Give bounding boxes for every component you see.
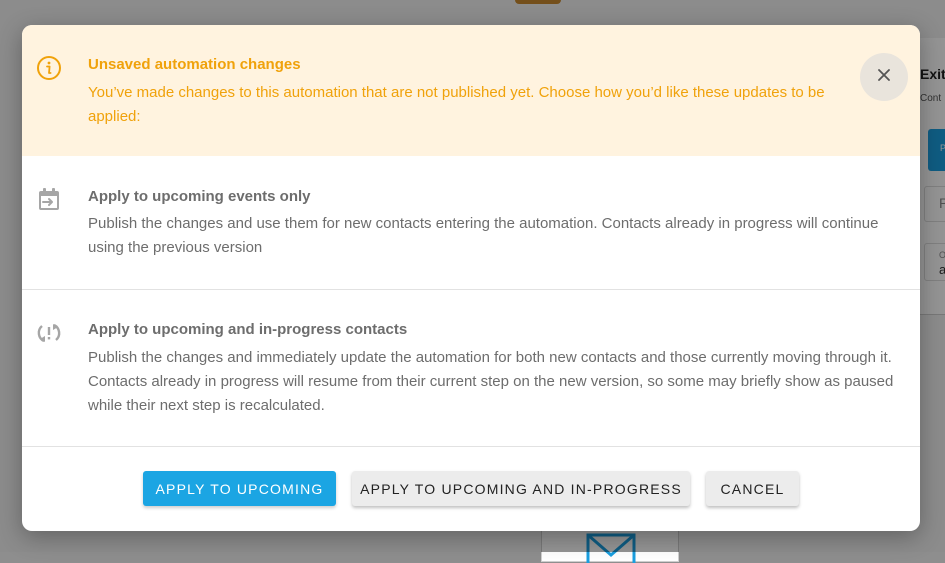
sync-alert-icon xyxy=(36,320,62,351)
option-apply-upcoming[interactable]: Apply to upcoming events only Publish th… xyxy=(22,156,920,290)
option-description: Publish the changes and immediately upda… xyxy=(88,349,894,414)
close-button[interactable] xyxy=(860,53,908,101)
dialog-description: You’ve made changes to this automation t… xyxy=(88,84,825,125)
dialog-title: Unsaved automation changes xyxy=(88,56,301,73)
option-apply-upcoming-and-in-progress[interactable]: Apply to upcoming and in-progress contac… xyxy=(22,290,920,447)
unsaved-changes-dialog: Unsaved automation changes You’ve made c… xyxy=(22,25,920,531)
option-description: Publish the changes and use them for new… xyxy=(88,215,879,256)
close-icon xyxy=(877,68,891,87)
apply-to-upcoming-button[interactable]: APPLY TO UPCOMING xyxy=(143,471,336,506)
cancel-button[interactable]: CANCEL xyxy=(706,471,799,506)
apply-to-upcoming-and-in-progress-button[interactable]: APPLY TO UPCOMING AND IN-PROGRESS xyxy=(352,471,690,506)
info-icon xyxy=(36,55,62,86)
calendar-arrow-icon xyxy=(36,186,62,217)
option-title: Apply to upcoming and in-progress contac… xyxy=(88,321,408,338)
option-title: Apply to upcoming events only xyxy=(88,188,311,205)
warning-banner: Unsaved automation changes You’ve made c… xyxy=(22,25,920,156)
